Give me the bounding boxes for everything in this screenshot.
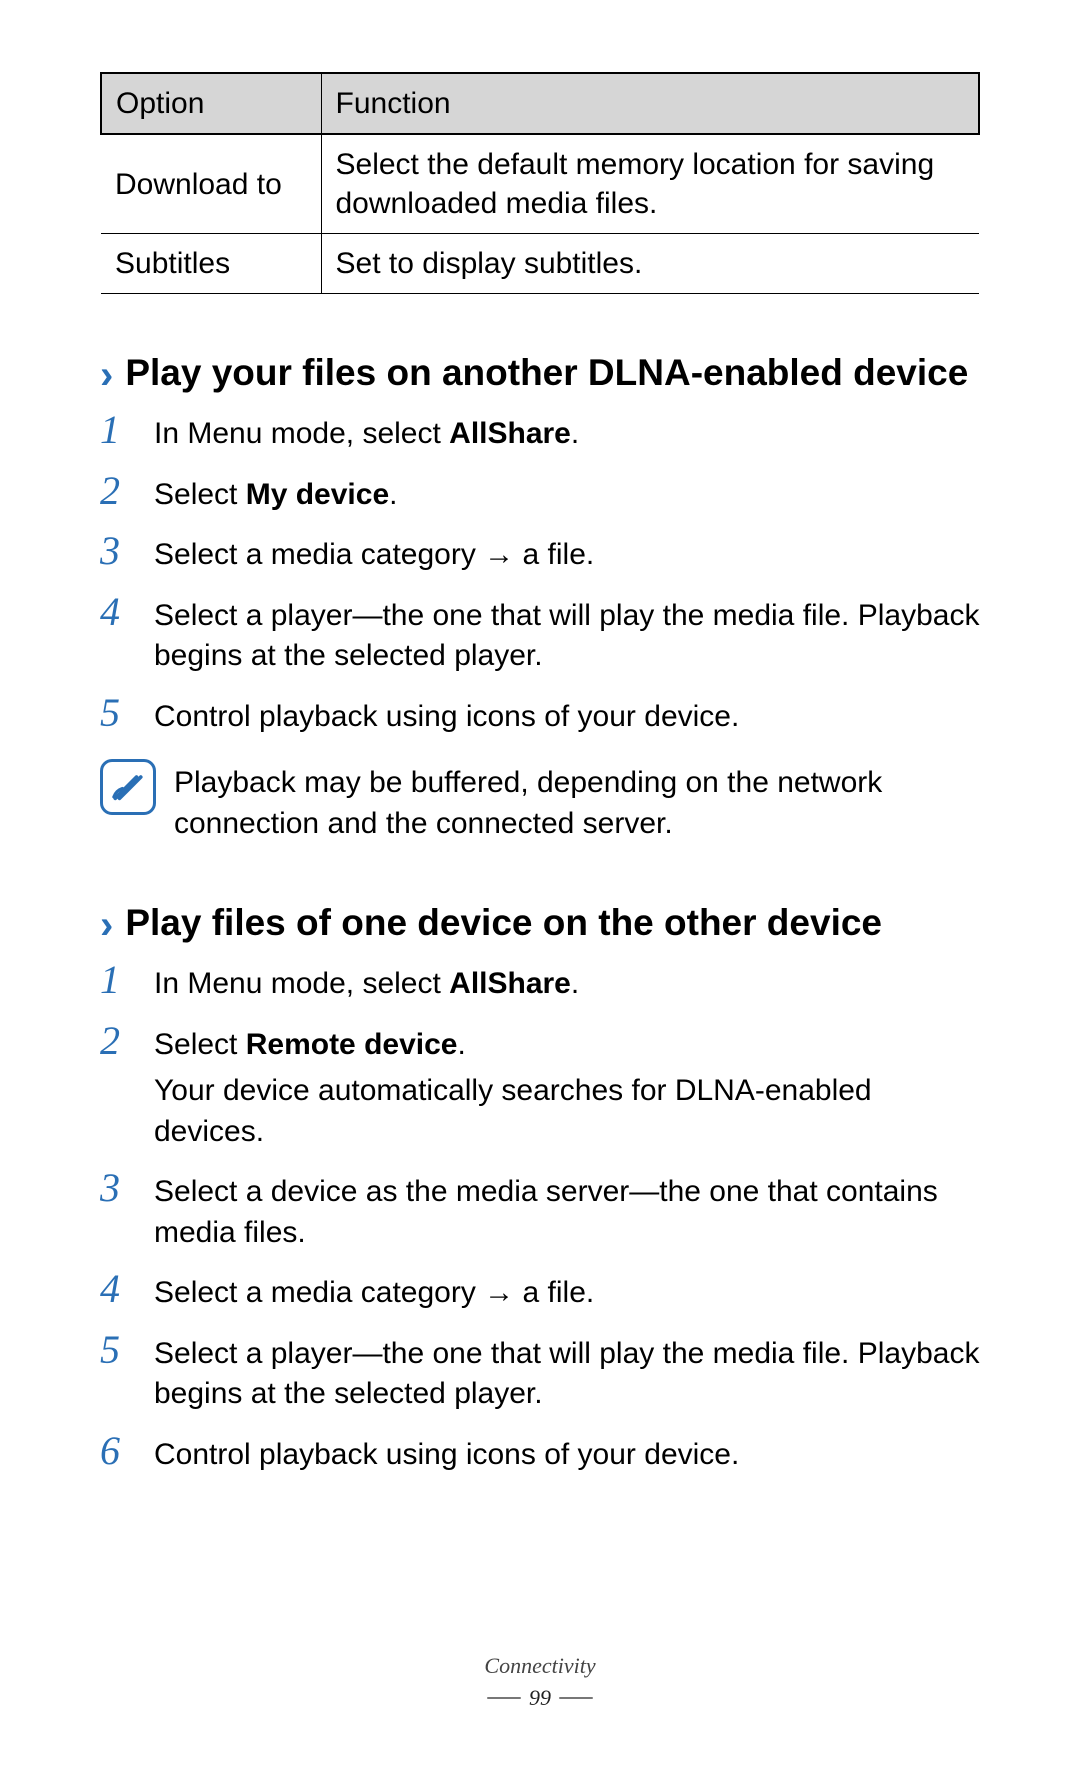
step-bold: AllShare bbox=[449, 967, 571, 1000]
step-number: 2 bbox=[100, 1021, 136, 1061]
step-item: 1 In Menu mode, select AllShare. bbox=[100, 962, 980, 1005]
step-text: Select a device as the media server—the … bbox=[154, 1170, 980, 1253]
step-text: Select a player—the one that will play t… bbox=[154, 1332, 980, 1415]
step-bold: Remote device bbox=[246, 1028, 458, 1061]
step-number: 5 bbox=[100, 1330, 136, 1370]
step-number: 1 bbox=[100, 960, 136, 1000]
step-item: 5 Control playback using icons of your d… bbox=[100, 695, 980, 738]
col-header-function: Function bbox=[321, 73, 979, 134]
note-text: Playback may be buffered, depending on t… bbox=[174, 759, 980, 844]
step-item: 4 Select a player—the one that will play… bbox=[100, 594, 980, 677]
step-number: 5 bbox=[100, 693, 136, 733]
step-item: 2 Select Remote device. Your device auto… bbox=[100, 1023, 980, 1153]
step-number: 1 bbox=[100, 410, 136, 450]
step-text: In Menu mode, select AllShare. bbox=[154, 412, 980, 455]
step-text: Select My device. bbox=[154, 473, 980, 516]
step-text-fragment: Select bbox=[154, 1028, 246, 1061]
step-bold: My device bbox=[246, 478, 389, 511]
step-number: 4 bbox=[100, 1269, 136, 1309]
page-footer: Connectivity 99 bbox=[0, 1653, 1080, 1711]
step-text: In Menu mode, select AllShare. bbox=[154, 962, 980, 1005]
page-number-ornament: 99 bbox=[487, 1685, 593, 1711]
section-title: Play your files on another DLNA-enabled … bbox=[125, 350, 980, 396]
step-subtext: Your device automatically searches for D… bbox=[154, 1071, 980, 1152]
options-table: Option Function Download to Select the d… bbox=[100, 72, 980, 294]
chevron-right-icon: › bbox=[100, 902, 113, 948]
step-number: 4 bbox=[100, 592, 136, 632]
table-row: Subtitles Set to display subtitles. bbox=[101, 234, 979, 294]
step-text: Select Remote device. Your device automa… bbox=[154, 1023, 980, 1153]
step-item: 3 Select a media category → a file. bbox=[100, 533, 980, 576]
cell-option: Subtitles bbox=[101, 234, 321, 294]
step-number: 2 bbox=[100, 471, 136, 511]
step-text-fragment: . bbox=[571, 417, 579, 450]
cell-option: Download to bbox=[101, 134, 321, 234]
note-callout: Playback may be buffered, depending on t… bbox=[100, 759, 980, 844]
col-header-option: Option bbox=[101, 73, 321, 134]
note-icon bbox=[100, 759, 156, 815]
cell-function: Set to display subtitles. bbox=[321, 234, 979, 294]
chevron-right-icon: › bbox=[100, 352, 113, 398]
step-text-fragment: In Menu mode, select bbox=[154, 417, 449, 450]
step-item: 3 Select a device as the media server—th… bbox=[100, 1170, 980, 1253]
step-number: 3 bbox=[100, 1168, 136, 1208]
chapter-label: Connectivity bbox=[0, 1653, 1080, 1679]
step-text-fragment: . bbox=[457, 1028, 465, 1061]
steps-list: 1 In Menu mode, select AllShare. 2 Selec… bbox=[100, 412, 980, 737]
step-text: Control playback using icons of your dev… bbox=[154, 695, 980, 738]
step-number: 3 bbox=[100, 531, 136, 571]
table-row: Download to Select the default memory lo… bbox=[101, 134, 979, 234]
step-item: 1 In Menu mode, select AllShare. bbox=[100, 412, 980, 455]
step-text: Select a media category → a file. bbox=[154, 533, 980, 576]
step-text-fragment: . bbox=[389, 478, 397, 511]
section-heading: › Play files of one device on the other … bbox=[100, 900, 980, 948]
step-text-fragment: . bbox=[571, 967, 579, 1000]
step-text: Select a player—the one that will play t… bbox=[154, 594, 980, 677]
step-text-fragment: In Menu mode, select bbox=[154, 967, 449, 1000]
step-number: 6 bbox=[100, 1431, 136, 1471]
step-text: Control playback using icons of your dev… bbox=[154, 1433, 980, 1476]
section-heading: › Play your files on another DLNA-enable… bbox=[100, 350, 980, 398]
step-bold: AllShare bbox=[449, 417, 571, 450]
cell-function: Select the default memory location for s… bbox=[321, 134, 979, 234]
step-item: 4 Select a media category → a file. bbox=[100, 1271, 980, 1314]
step-item: 2 Select My device. bbox=[100, 473, 980, 516]
steps-list: 1 In Menu mode, select AllShare. 2 Selec… bbox=[100, 962, 980, 1475]
section-title: Play files of one device on the other de… bbox=[125, 900, 980, 946]
page-number: 99 bbox=[529, 1685, 551, 1711]
step-text-fragment: Select bbox=[154, 478, 246, 511]
step-text: Select a media category → a file. bbox=[154, 1271, 980, 1314]
step-item: 6 Control playback using icons of your d… bbox=[100, 1433, 980, 1476]
step-item: 5 Select a player—the one that will play… bbox=[100, 1332, 980, 1415]
